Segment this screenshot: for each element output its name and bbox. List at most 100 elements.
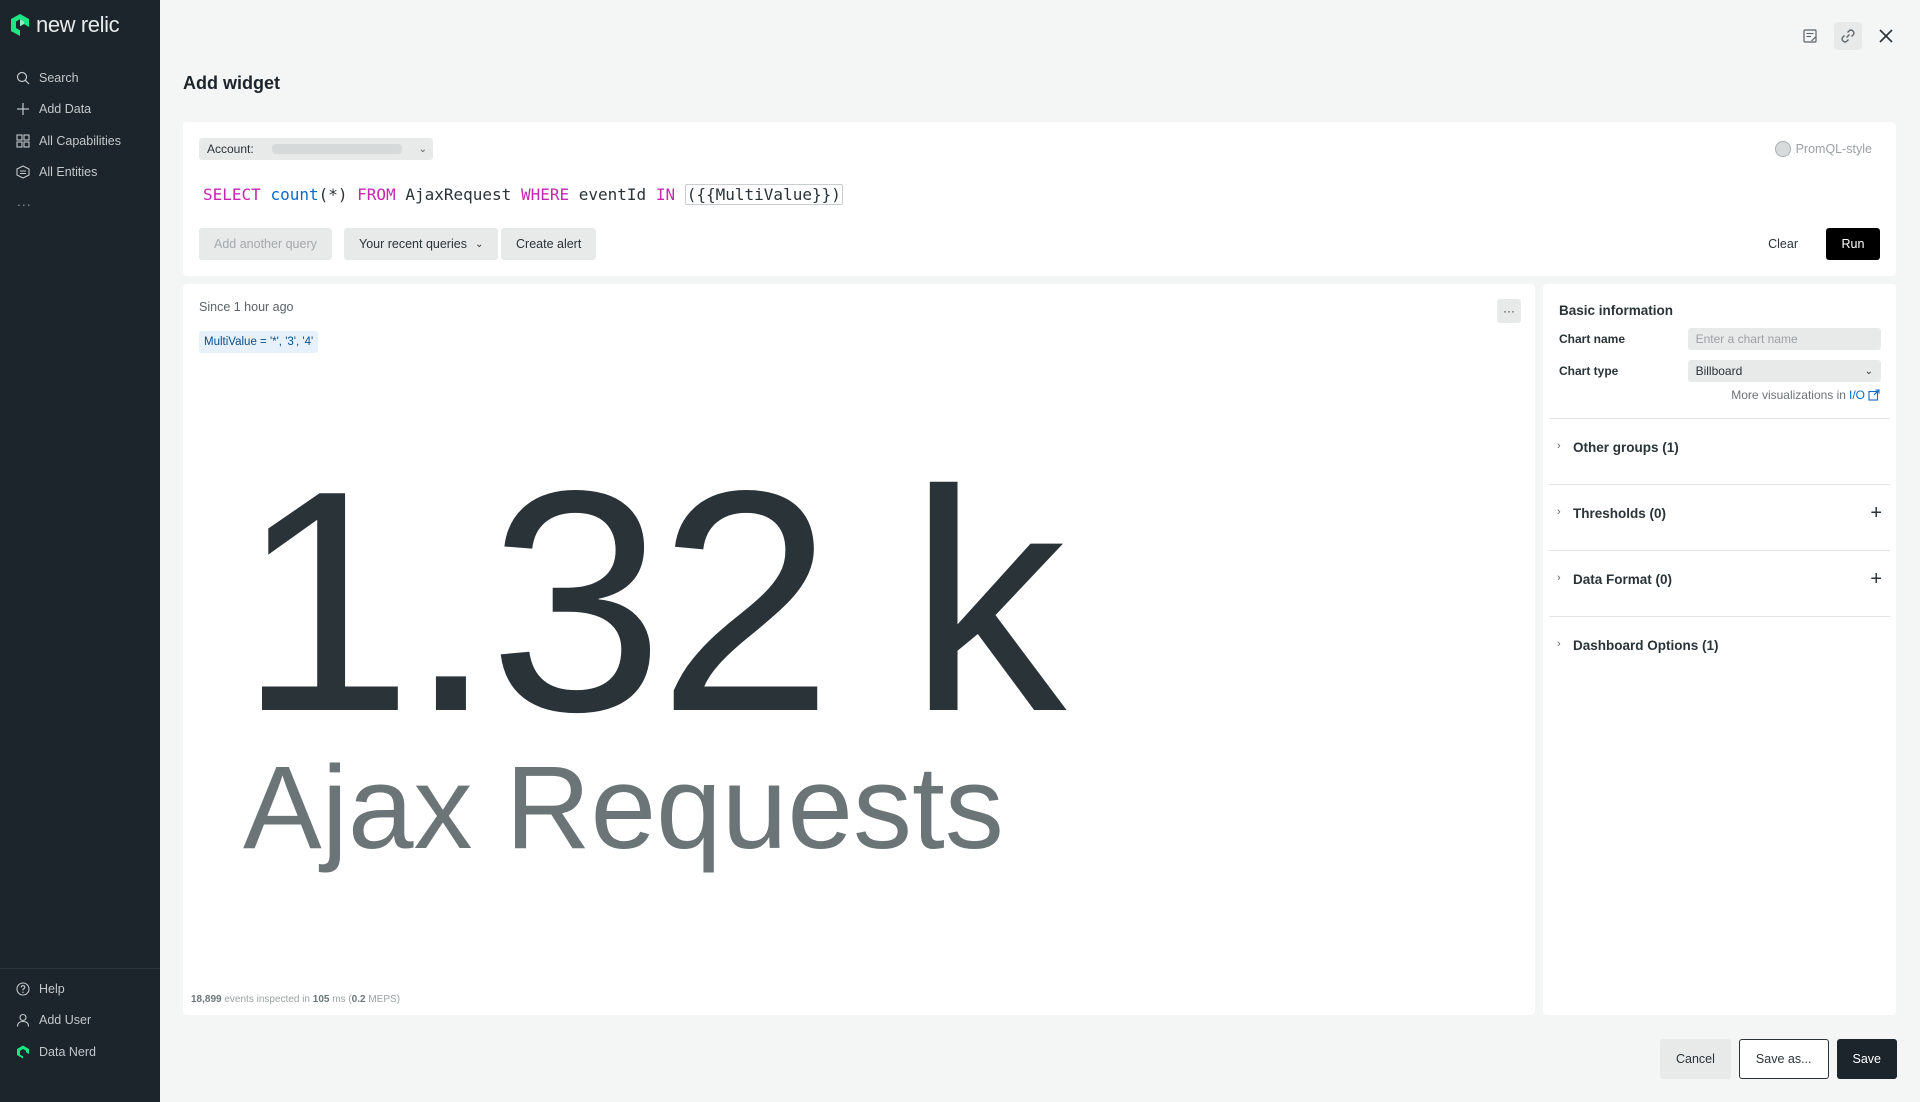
copy-link-button[interactable] (1834, 22, 1862, 50)
time-range-label: Since 1 hour ago (199, 300, 294, 314)
new-relic-logo[interactable]: new relic (10, 12, 120, 38)
chevron-right-icon: › (1557, 506, 1561, 518)
top-right-toolbar (1796, 22, 1900, 50)
newrelic-icon (17, 1045, 29, 1059)
sidebar-item-label: Help (39, 981, 65, 996)
entities-icon (16, 165, 30, 179)
chart-type-label: Chart type (1559, 364, 1619, 378)
chart-name-row: Chart name Enter a chart name (1559, 328, 1881, 350)
section-label: Dashboard Options (1) (1573, 638, 1719, 653)
create-alert-button[interactable]: Create alert (501, 228, 597, 260)
nrql-variable: ({{MultiValue}}) (684, 184, 843, 205)
sidebar: new relic Search Add Data All Capabiliti… (0, 0, 160, 1102)
sidebar-item-add-user[interactable]: Add User (0, 1005, 160, 1037)
chart-type-value: Billboard (1695, 364, 1743, 378)
variable-filter-chip[interactable]: MultiValue = '*', '3', '4' (199, 331, 319, 353)
sidebar-item-all-entities[interactable]: All Entities (0, 157, 160, 189)
nrql-event-type: AjaxRequest (405, 185, 512, 204)
nrql-keyword: SELECT (203, 185, 261, 204)
query-stats: 18,899 events inspected in 105 ms (0.2 M… (191, 994, 400, 1005)
promql-label: PromQL-style (1795, 142, 1872, 156)
sidebar-nav: Search Add Data All Capabilities All Ent… (0, 62, 160, 214)
cancel-button[interactable]: Cancel (1659, 1039, 1731, 1079)
duration-ms: 105 (312, 994, 330, 1005)
meps-value: 0.2 (351, 994, 366, 1005)
sidebar-item-help[interactable]: Help (0, 973, 160, 1005)
external-link-icon[interactable] (1868, 389, 1880, 401)
ms-text: ms ( (329, 994, 352, 1005)
close-icon (1879, 29, 1893, 43)
promql-toggle[interactable]: PromQL-style (1774, 141, 1872, 157)
account-name-redacted (271, 144, 402, 154)
nrql-attribute: eventId (578, 185, 647, 204)
add-threshold-icon[interactable]: + (1870, 503, 1882, 523)
more-options-button[interactable]: ··· (1497, 299, 1521, 323)
footer-actions: Cancel Save as... Save (1659, 1039, 1897, 1079)
sidebar-more-button[interactable]: ... (0, 188, 160, 214)
sidebar-item-label: Search (39, 70, 79, 85)
sidebar-item-label: Add Data (39, 102, 92, 117)
io-link[interactable]: I/O (1849, 388, 1865, 402)
sidebar-item-label: All Capabilities (39, 133, 121, 148)
account-selector[interactable]: Account: ⌄ (199, 138, 433, 160)
chevron-right-icon: › (1557, 440, 1561, 452)
account-label: Account: (207, 142, 254, 156)
link-icon (1841, 29, 1855, 43)
sidebar-item-add-data[interactable]: Add Data (0, 94, 160, 126)
run-button[interactable]: Run (1826, 228, 1880, 260)
section-data-format[interactable]: › Data Format (0) + (1549, 550, 1890, 616)
clear-button[interactable]: Clear (1768, 228, 1798, 260)
add-another-query-button[interactable]: Add another query (199, 228, 332, 260)
sidebar-item-data-nerd[interactable]: Data Nerd (0, 1036, 160, 1068)
toggle-icon (1774, 141, 1791, 157)
section-label: Thresholds (0) (1573, 506, 1667, 521)
basic-information-heading: Basic information (1559, 303, 1674, 318)
widget-settings: Basic information Chart name Enter a cha… (1543, 284, 1896, 1015)
events-text: events inspected in (221, 994, 313, 1005)
grid-icon (16, 134, 30, 148)
newrelic-logo-icon (11, 14, 29, 36)
chart-type-select[interactable]: Billboard ⌄ (1687, 360, 1881, 382)
section-dashboard-options[interactable]: › Dashboard Options (1) (1549, 616, 1890, 682)
section-other-groups[interactable]: › Other groups (1) (1549, 418, 1890, 484)
nrql-editor[interactable]: SELECT count(*) FROM AjaxRequest WHERE e… (203, 184, 843, 205)
save-button[interactable]: Save (1836, 1039, 1897, 1079)
section-label: Data Format (0) (1573, 572, 1673, 587)
nrql-args: (*) (318, 185, 348, 204)
sidebar-item-label: Add User (39, 1013, 92, 1028)
sidebar-item-label: Data Nerd (39, 1044, 96, 1059)
more-visualizations: More visualizations in I/O (1731, 388, 1880, 402)
notes-icon (1803, 29, 1817, 43)
sidebar-item-search[interactable]: Search (0, 62, 160, 94)
chevron-down-icon: ⌄ (474, 238, 484, 250)
help-icon (16, 982, 30, 996)
meps-text: MEPS) (365, 994, 401, 1005)
page-title: Add widget (183, 73, 280, 93)
billboard-label: Ajax Requests (243, 742, 1004, 874)
sidebar-item-label: All Entities (39, 165, 98, 180)
add-data-format-icon[interactable]: + (1870, 569, 1882, 589)
chart-name-input[interactable]: Enter a chart name (1687, 328, 1881, 350)
chevron-down-icon: ⌄ (1864, 365, 1873, 377)
nrql-keyword: FROM (357, 185, 396, 204)
save-as-button[interactable]: Save as... (1738, 1039, 1829, 1079)
sidebar-bottom-nav: Help Add User Data Nerd (0, 968, 160, 1068)
chevron-down-icon: ⌄ (418, 143, 427, 155)
chevron-right-icon: › (1557, 572, 1561, 584)
chevron-right-icon: › (1557, 638, 1561, 650)
section-label: Other groups (1) (1573, 440, 1679, 455)
search-icon (16, 71, 30, 85)
chart-preview: Since 1 hour ago MultiValue = '*', '3', … (183, 284, 1535, 1015)
more-visualizations-text: More visualizations in (1731, 388, 1846, 402)
recent-queries-dropdown[interactable]: Your recent queries ⌄ (344, 228, 499, 260)
notes-button[interactable] (1796, 22, 1824, 50)
brand-name: new relic (36, 12, 120, 37)
query-builder: Account: ⌄ PromQL-style SELECT count(*) … (183, 122, 1896, 276)
chart-type-row: Chart type Billboard ⌄ (1559, 360, 1881, 382)
recent-queries-label: Your recent queries (359, 237, 467, 251)
close-button[interactable] (1872, 22, 1900, 50)
sidebar-item-all-capabilities[interactable]: All Capabilities (0, 125, 160, 157)
user-icon (16, 1014, 30, 1027)
nrql-keyword: IN (655, 185, 676, 204)
section-thresholds[interactable]: › Thresholds (0) + (1549, 484, 1890, 550)
